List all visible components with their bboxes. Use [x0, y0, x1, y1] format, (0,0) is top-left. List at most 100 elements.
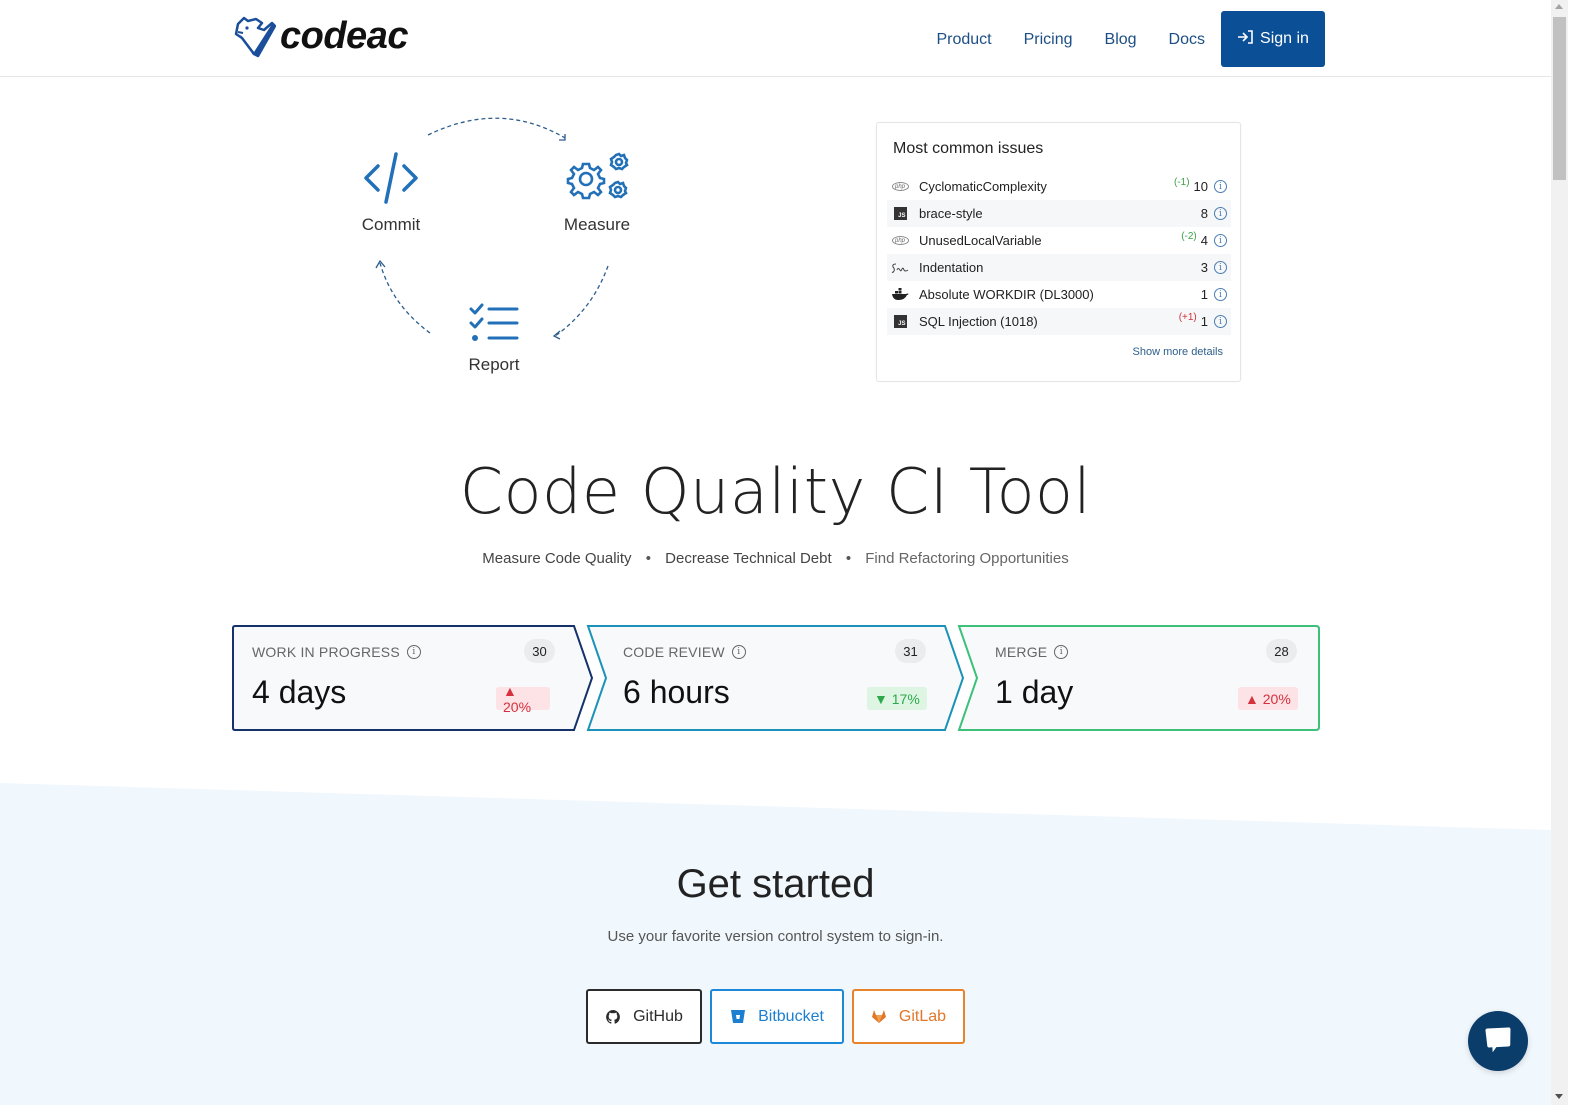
stage-code-review[interactable]: CODE REVIEW i 31 6 hours ▼ 17% — [601, 624, 931, 732]
issue-count: 10 — [1193, 179, 1208, 194]
cycle-step-label: Commit — [361, 215, 421, 234]
chat-widget-button[interactable] — [1468, 1011, 1528, 1071]
docker-icon — [891, 288, 909, 302]
cycle-step-measure: Measure — [560, 152, 634, 235]
site-header: codeac Product Pricing Blog Docs Sign in — [0, 0, 1567, 77]
issue-row[interactable]: JS SQL Injection (1018) (+1) 1 i — [887, 308, 1231, 335]
issue-count: 8 — [1200, 206, 1208, 221]
issue-delta: (-1) — [1173, 177, 1190, 188]
stage-title: WORK IN PROGRESS i — [252, 644, 421, 660]
tagline: Find Refactoring Opportunities — [865, 550, 1069, 567]
sign-in-label: Sign in — [1260, 30, 1309, 47]
issue-name: CyclomaticComplexity — [919, 179, 1047, 194]
sass-icon — [891, 261, 909, 275]
bitbucket-icon — [730, 1009, 746, 1024]
issue-name: Indentation — [919, 260, 984, 275]
show-more-details-link[interactable]: Show more details — [1133, 346, 1224, 358]
nav-blog[interactable]: Blog — [1105, 12, 1137, 67]
github-label: GitHub — [633, 1007, 683, 1025]
tagline: Measure Code Quality — [482, 550, 632, 567]
nav-docs[interactable]: Docs — [1169, 12, 1205, 67]
stage-count-badge: 28 — [1266, 639, 1297, 663]
separator: • — [845, 550, 852, 567]
sign-in-icon — [1237, 29, 1253, 49]
sign-in-button[interactable]: Sign in — [1221, 11, 1325, 67]
nav-pricing[interactable]: Pricing — [1024, 12, 1073, 67]
cycle-step-label: Report — [468, 355, 520, 374]
issue-delta: (+1) — [1178, 312, 1197, 323]
cycle-step-commit: Commit — [356, 152, 426, 235]
issues-title: Most common issues — [893, 140, 1044, 157]
issue-count: 1 — [1200, 287, 1208, 302]
logo[interactable]: codeac — [234, 14, 408, 58]
gitlab-signin-button[interactable]: GitLab — [852, 989, 965, 1044]
stage-merge[interactable]: MERGE i 28 1 day ▲ 20% — [973, 624, 1303, 732]
get-started-subtitle: Use your favorite version control system… — [607, 928, 944, 945]
issue-row[interactable]: JS brace-style 8 i — [887, 200, 1231, 227]
vertical-scrollbar[interactable] — [1551, 0, 1568, 1105]
info-icon[interactable]: i — [406, 645, 421, 659]
issue-row[interactable]: Absolute WORKDIR (DL3000) 1 i — [887, 281, 1231, 308]
bitbucket-label: Bitbucket — [758, 1007, 824, 1025]
github-icon — [605, 1009, 621, 1025]
stage-count-badge: 31 — [895, 639, 926, 663]
workflow-cycle-diagram: Commit Measure Report — [340, 100, 650, 400]
info-icon[interactable]: i — [1054, 645, 1069, 659]
stage-change-badge: ▼ 17% — [867, 687, 927, 710]
bitbucket-signin-button[interactable]: Bitbucket — [710, 989, 844, 1044]
checklist-icon — [469, 303, 519, 341]
gears-icon — [566, 152, 629, 200]
info-icon[interactable]: i — [1214, 261, 1227, 274]
gitlab-icon — [871, 1009, 887, 1024]
issue-name: Absolute WORKDIR (DL3000) — [919, 287, 1094, 302]
get-started-title: Get started — [676, 862, 875, 906]
issue-delta: (-2) — [1181, 231, 1197, 242]
stage-title-text: MERGE — [995, 644, 1048, 660]
issue-name: UnusedLocalVariable — [919, 233, 1042, 248]
php-icon: php — [891, 234, 909, 248]
info-icon[interactable]: i — [1214, 234, 1227, 247]
separator: • — [645, 550, 651, 567]
stage-count-badge: 30 — [524, 639, 555, 663]
info-icon[interactable]: i — [1214, 288, 1227, 301]
stage-value: 4 days — [252, 674, 347, 710]
info-icon[interactable]: i — [1214, 315, 1227, 328]
cycle-step-label: Measure — [563, 215, 631, 234]
stage-title: MERGE i — [995, 644, 1069, 660]
github-signin-button[interactable]: GitHub — [586, 989, 702, 1044]
logo-text: codeac — [280, 15, 408, 57]
info-icon[interactable]: i — [731, 645, 746, 659]
hero-title: Code Quality CI Tool — [459, 455, 1092, 528]
issue-count: 3 — [1200, 260, 1208, 275]
issue-name: brace-style — [919, 206, 983, 221]
tagline: Decrease Technical Debt — [665, 550, 832, 567]
hero-taglines: Measure Code Quality • Decrease Technica… — [0, 550, 1551, 567]
scroll-down-arrow-icon[interactable] — [1555, 1094, 1563, 1099]
issue-row[interactable]: php CyclomaticComplexity (-1) 10 i — [887, 173, 1231, 200]
stage-change-badge: ▲ 20% — [1238, 687, 1298, 710]
issues-list: php CyclomaticComplexity (-1) 10 i JS br… — [887, 173, 1231, 335]
javascript-icon: JS — [891, 315, 909, 329]
issue-name: SQL Injection (1018) — [919, 314, 1038, 329]
stage-work-in-progress[interactable]: WORK IN PROGRESS i 30 4 days ▲ 20% — [230, 624, 555, 732]
info-icon[interactable]: i — [1214, 207, 1227, 220]
main-nav: Product Pricing Blog Docs Sign in — [936, 11, 1325, 67]
issue-row[interactable]: Indentation 3 i — [887, 254, 1231, 281]
issue-count: 4 — [1200, 233, 1208, 248]
issue-row[interactable]: php UnusedLocalVariable (-2) 4 i — [887, 227, 1231, 254]
bear-logo-icon — [234, 16, 276, 58]
nav-product[interactable]: Product — [936, 12, 991, 67]
stage-value: 6 hours — [623, 674, 730, 710]
stage-change-badge: ▲ 20% — [496, 683, 550, 715]
scrollbar-thumb[interactable] — [1553, 17, 1566, 180]
issue-count: 1 — [1200, 314, 1208, 329]
window-gutter — [1568, 0, 1584, 1105]
scroll-up-arrow-icon[interactable] — [1555, 4, 1563, 9]
chat-bubble-icon — [1485, 1027, 1511, 1053]
info-icon[interactable]: i — [1214, 180, 1227, 193]
code-icon — [364, 152, 418, 204]
most-common-issues-card: Most common issues php CyclomaticComplex… — [876, 122, 1241, 382]
stage-title-text: CODE REVIEW — [623, 644, 725, 660]
php-icon: php — [891, 180, 909, 194]
cycle-step-report: Report — [458, 302, 530, 375]
